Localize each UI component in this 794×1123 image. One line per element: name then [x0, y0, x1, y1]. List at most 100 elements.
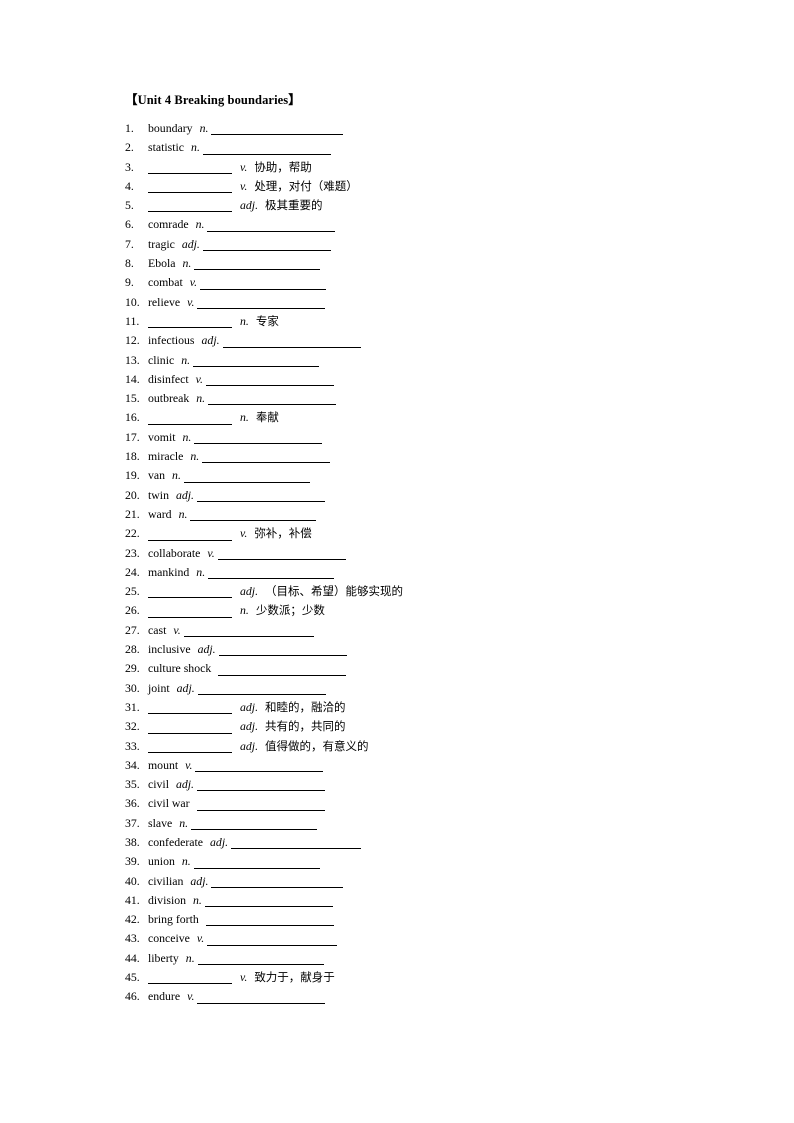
meaning-answer-blank[interactable]: [197, 297, 326, 309]
meaning-answer-blank[interactable]: [222, 336, 361, 348]
item-number: 9.: [125, 275, 134, 290]
item-number: 29.: [125, 661, 140, 676]
term-answer-blank[interactable]: [148, 181, 232, 194]
item-number: 38.: [125, 834, 140, 849]
item-number: 18.: [125, 449, 140, 464]
vocabulary-row: 21. ward n.: [125, 505, 685, 524]
item-number: 31.: [125, 699, 140, 714]
meaning-answer-blank[interactable]: [200, 278, 327, 290]
meaning-answer-blank[interactable]: [193, 355, 320, 367]
meaning-answer-blank[interactable]: [204, 895, 333, 908]
term-word: combat: [148, 275, 183, 290]
meaning-answer-blank[interactable]: [194, 432, 323, 445]
vocabulary-row: 37. slave n.: [125, 814, 685, 833]
document-page: 【Unit 4 Breaking boundaries】 1. boundary n…: [0, 0, 794, 1123]
meaning-answer-blank[interactable]: [202, 451, 331, 464]
item-number: 20.: [125, 487, 140, 502]
meaning-answer-blank[interactable]: [205, 374, 334, 387]
term-answer-blank[interactable]: [148, 722, 232, 734]
part-of-speech: n.: [196, 564, 206, 579]
item-number: 23.: [125, 545, 140, 560]
item-number: 27.: [125, 622, 140, 637]
part-of-speech: n.: [181, 854, 191, 869]
vocabulary-row: 28. inclusive adj.: [125, 640, 685, 659]
term-word: boundary: [148, 121, 193, 135]
part-of-speech: adj.: [240, 738, 259, 753]
meaning-answer-blank[interactable]: [194, 258, 321, 271]
meaning-answer-blank[interactable]: [196, 799, 325, 811]
item-number: 37.: [125, 815, 140, 830]
vocabulary-row: 14. disinfect v.: [125, 370, 685, 389]
meaning-answer-blank[interactable]: [217, 548, 346, 560]
term-word: joint: [148, 680, 170, 695]
term-answer-blank[interactable]: [148, 586, 232, 599]
meaning-answer-blank[interactable]: [211, 123, 344, 136]
meaning-answer-blank[interactable]: [197, 779, 325, 792]
meaning-answer-blank[interactable]: [197, 953, 324, 966]
item-number: 7.: [125, 236, 134, 251]
term-word: mount: [148, 757, 179, 772]
meaning-answer-blank[interactable]: [183, 471, 310, 483]
term-word: confederate: [148, 834, 204, 849]
item-number: 6.: [125, 217, 134, 232]
term-answer-blank[interactable]: [148, 606, 232, 618]
meaning-answer-blank[interactable]: [218, 644, 347, 657]
term-answer-blank[interactable]: [148, 413, 232, 425]
term-answer-blank[interactable]: [148, 316, 232, 329]
term-answer-blank[interactable]: [148, 529, 232, 541]
meaning-answer-blank[interactable]: [231, 837, 362, 850]
meaning-answer-blank[interactable]: [211, 876, 344, 888]
vocabulary-row: 7. tragic adj.: [125, 235, 685, 254]
meaning-answer-blank[interactable]: [202, 239, 331, 252]
meaning-answer-blank[interactable]: [183, 625, 314, 638]
vocabulary-row: 8. Ebola n.: [125, 254, 685, 273]
term-word: vomit: [148, 429, 176, 444]
meaning-answer-blank[interactable]: [218, 664, 347, 676]
item-number: 19.: [125, 468, 140, 483]
vocabulary-row: 23. collaborate v.: [125, 544, 685, 563]
meaning-answer-blank[interactable]: [208, 393, 337, 406]
meaning-answer-blank[interactable]: [197, 992, 326, 1004]
term-word: bring forth: [148, 912, 199, 927]
part-of-speech: adj.: [175, 487, 195, 502]
meaning-answer-blank[interactable]: [191, 818, 318, 830]
vocabulary-row: 30. joint adj.: [125, 679, 685, 698]
meaning-answer-blank[interactable]: [207, 934, 338, 946]
item-number: 11.: [125, 313, 140, 328]
term-answer-blank[interactable]: [148, 162, 232, 174]
part-of-speech: n.: [199, 121, 209, 135]
vocabulary-row: 16. n. 奉献: [125, 408, 685, 427]
part-of-speech: n.: [185, 950, 195, 965]
meaning-answer-blank[interactable]: [197, 490, 326, 502]
vocabulary-row: 2. statistic n.: [125, 138, 685, 157]
vocabulary-row: 34. mount v.: [125, 756, 685, 775]
meaning-answer-blank[interactable]: [208, 567, 335, 580]
item-number: 35.: [125, 777, 140, 792]
item-number: 44.: [125, 950, 140, 965]
part-of-speech: v.: [207, 545, 215, 560]
meaning-answer-blank[interactable]: [193, 857, 320, 869]
term-answer-blank[interactable]: [148, 702, 232, 715]
term-answer-blank[interactable]: [148, 972, 232, 985]
part-of-speech: v.: [240, 178, 248, 193]
meaning-answer-blank[interactable]: [197, 683, 326, 695]
meaning-answer-blank[interactable]: [202, 143, 331, 155]
term-answer-blank[interactable]: [148, 200, 232, 213]
meaning-answer-blank[interactable]: [205, 914, 334, 927]
meaning-answer-blank[interactable]: [195, 760, 324, 773]
vocabulary-row: 11. n. 专家: [125, 312, 685, 331]
part-of-speech: adj.: [240, 719, 259, 734]
part-of-speech: v.: [196, 931, 205, 946]
meaning-text: 协助，帮助: [254, 159, 312, 174]
term-answer-blank[interactable]: [148, 741, 232, 753]
item-number: 42.: [125, 912, 140, 927]
vocabulary-row: 44. liberty n.: [125, 949, 685, 968]
meaning-answer-blank[interactable]: [207, 220, 336, 232]
meaning-text: 值得做的，有意义的: [265, 738, 369, 753]
meaning-text: 弥补，补偿: [254, 526, 312, 541]
part-of-speech: n.: [193, 892, 202, 907]
meaning-text: （目标、希望）能够实现的: [265, 584, 404, 599]
meaning-answer-blank[interactable]: [190, 509, 317, 522]
item-number: 28.: [125, 642, 140, 657]
item-number: 5.: [125, 198, 134, 213]
